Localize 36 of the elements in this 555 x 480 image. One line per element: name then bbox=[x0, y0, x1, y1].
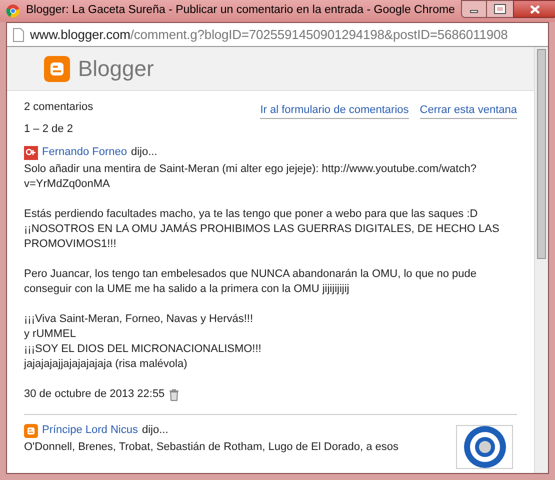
said-label: dijo... bbox=[142, 423, 168, 438]
minimize-button[interactable] bbox=[460, 0, 487, 18]
maximize-icon bbox=[494, 5, 505, 13]
close-icon bbox=[530, 4, 540, 14]
said-label: dijo... bbox=[131, 145, 158, 160]
scrollbar[interactable] bbox=[534, 47, 548, 473]
blogger-icon bbox=[24, 424, 38, 438]
comment-text: ¡¡¡SOY EL DIOS DEL MICRONACIONALISMO!!! bbox=[24, 342, 262, 357]
blogger-wordmark: Blogger bbox=[78, 55, 154, 83]
comment-timestamp: 30 de octubre de 2013 22:55 bbox=[24, 387, 165, 402]
author-link[interactable]: Príncipe Lord Nicus bbox=[42, 423, 138, 438]
comment-text: Solo añadir una mentira de Saint-Meran (mi alter ego jejeje): http://www.youtube.com/watch?v=YrMdZq0onMA bbox=[24, 162, 478, 192]
comment-count: 2 comentarios bbox=[24, 100, 94, 115]
google-plus-icon bbox=[24, 146, 38, 160]
page-icon bbox=[13, 28, 24, 42]
author-link[interactable]: Fernando Forneo bbox=[42, 145, 127, 160]
comment-text: O'Donnell, Brenes, Trobat, Sebastián de Rotham, Lugo de El Dorado, a esos bbox=[24, 440, 400, 455]
url-text: www.blogger.com/comment.g?blogID=7025591450901294198&postID=5686011908 bbox=[30, 26, 508, 44]
comment-text: Pero Juancar, los tengo tan embelesados que NUNCA abandonarán la OMU, lo que no pude conseguir con la UME me ha salido a la primera con la OMU jijijijijij bbox=[24, 267, 478, 297]
comment-text: y rUMMEL bbox=[24, 327, 77, 342]
page-range: 1 – 2 de 2 bbox=[24, 122, 74, 137]
comment-text: ¡¡¡Viva Saint-Meran, Forneo, Navas y Hervás!!! bbox=[24, 312, 254, 327]
comment-text: ¡¡NOSOTROS EN LA OMU JAMÁS PROHIBIMOS LAS GUERRAS DIGITALES, DE HECHO LAS PROMOVIMOS1!!! bbox=[24, 222, 500, 252]
window-title: Blogger: La Gaceta Sureña - Publicar un comentario en la entrada - Google Chrome bbox=[26, 3, 455, 18]
link[interactable]: Ir al formulario de comentarios bbox=[260, 103, 409, 119]
trash-icon[interactable] bbox=[168, 388, 179, 400]
address-bar[interactable]: www.blogger.com/comment.g?blogID=7025591450901294198&postID=5686011908 bbox=[7, 23, 548, 47]
comment-text: jajajajajjajajajajaja (risa malévola) bbox=[24, 357, 188, 372]
blogger-logo-icon bbox=[44, 56, 70, 82]
close-button[interactable] bbox=[512, 0, 555, 18]
browser-logo-icon bbox=[6, 4, 20, 18]
scrollbar-thumb[interactable] bbox=[537, 49, 546, 259]
maximize-button[interactable] bbox=[486, 0, 513, 18]
minimize-icon bbox=[470, 10, 478, 12]
comment-text: Estás perdiendo facultades macho, ya te las tengo que poner a webo para que las saques :D bbox=[24, 207, 479, 222]
link[interactable]: Cerrar esta ventana bbox=[420, 103, 517, 119]
